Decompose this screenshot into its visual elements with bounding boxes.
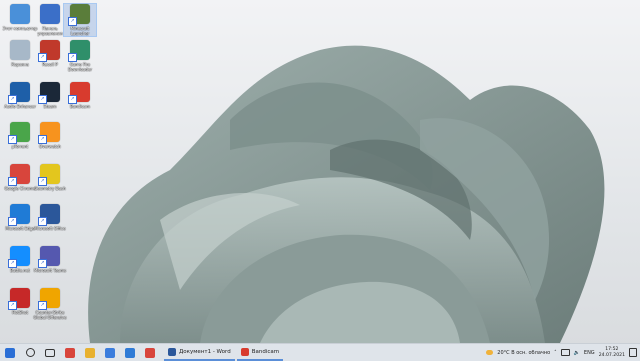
app-icon: ↗ [38, 204, 60, 226]
desktop-wallpaper [88, 45, 605, 343]
chrome-icon [65, 347, 75, 358]
shortcut-arrow-icon: ↗ [38, 95, 47, 104]
start-icon [5, 347, 15, 358]
taskbar-search-button[interactable] [20, 344, 40, 361]
app-icon: ↗ [8, 246, 30, 268]
app-icon [40, 4, 60, 24]
app-icon: ↗ [8, 122, 30, 144]
desktop-icon-label: Overwatch [39, 144, 61, 149]
shortcut-arrow-icon: ↗ [8, 177, 17, 186]
taskbar-explorer-button[interactable] [80, 344, 100, 361]
desktop-icon-label: Microsoft Teams [33, 268, 67, 273]
app-icon: ↗ [38, 246, 60, 268]
window-title: Документ1 - Word [179, 348, 231, 355]
store-icon [105, 347, 115, 358]
shortcut-arrow-icon: ↗ [68, 95, 77, 104]
window-app-icon [240, 347, 249, 356]
desktop-icon-minecraft-launcher[interactable]: ↗ Minecraft Launcher [63, 3, 97, 37]
taskbar-mail-button[interactable] [120, 344, 140, 361]
app-icon: ↗ [38, 40, 60, 62]
app-icon: ↗ [68, 4, 90, 26]
app-icon: ↗ [8, 204, 30, 226]
shortcut-arrow-icon: ↗ [68, 17, 77, 26]
clock[interactable]: 17:52 24.07.2021 [599, 347, 625, 358]
app-icon: ↗ [38, 82, 60, 104]
task-view-icon [45, 348, 55, 357]
language-indicator[interactable]: ENG [584, 350, 595, 356]
clock-date: 24.07.2021 [598, 352, 625, 358]
system-tray: 20°C В осн. облачно ˄ 🔈 ENG 17:52 24.07.… [486, 344, 640, 361]
shortcut-arrow-icon: ↗ [8, 95, 17, 104]
app-icon: ↗ [68, 40, 90, 62]
shortcut-arrow-icon: ↗ [38, 217, 47, 226]
taskbar-window-0[interactable]: Документ1 - Word [164, 344, 235, 361]
taskbar-pinned [0, 344, 160, 361]
shortcut-arrow-icon: ↗ [38, 177, 47, 186]
taskbar: Документ1 - Word Bandicam 20°C В осн. обл… [0, 343, 640, 361]
desktop-icon-game-fire-downloader[interactable]: ↗ Game Fire Downloader [64, 40, 96, 72]
app-icon: ↗ [68, 82, 90, 104]
desktop-icon-label: Minecraft Launcher [70, 26, 90, 36]
desktop-icon-geometry-dash[interactable]: ↗ Geometry Dash [34, 164, 66, 191]
weather-icon[interactable] [486, 350, 494, 355]
taskbar-task-view-button[interactable] [40, 344, 60, 361]
app-icon: ↗ [8, 82, 30, 104]
desktop-icon-counter-strike-global-offensive[interactable]: ↗ Counter-Strike Global Offensive [34, 288, 66, 320]
desktop-icon-label: Bandicam [70, 104, 90, 109]
desktop-icon-overwatch[interactable]: ↗ Overwatch [34, 122, 66, 149]
taskbar-window-1[interactable]: Bandicam [236, 344, 284, 361]
app-icon: ↗ [38, 164, 60, 186]
taskbar-chrome-button[interactable] [60, 344, 80, 361]
taskbar-windows: Документ1 - Word Bandicam [164, 344, 284, 361]
desktop-icon-label: Counter-Strike Global Offensive [33, 310, 67, 320]
shortcut-arrow-icon: ↗ [38, 259, 47, 268]
chevron-up-icon[interactable]: ˄ [554, 350, 557, 356]
shortcut-arrow-icon: ↗ [8, 217, 17, 226]
app-icon [10, 4, 30, 24]
desktop-icon-microsoft-office[interactable]: ↗ Microsoft Office [34, 204, 66, 231]
desktop-icon-bandicam[interactable]: ↗ Bandicam [64, 82, 96, 109]
shortcut-arrow-icon: ↗ [68, 53, 77, 62]
app-icon: ↗ [8, 164, 30, 186]
chrome-2-icon [145, 347, 155, 358]
taskbar-store-button[interactable] [100, 344, 120, 361]
shortcut-arrow-icon: ↗ [8, 259, 17, 268]
desktop-icon-label: Microsoft Office [34, 226, 66, 231]
volume-icon[interactable]: 🔈 [574, 350, 580, 356]
search-icon [25, 348, 35, 357]
desktop-icon-microsoft-teams[interactable]: ↗ Microsoft Teams [34, 246, 66, 273]
app-icon: ↗ [38, 122, 60, 144]
shortcut-arrow-icon: ↗ [38, 301, 47, 310]
desktop-icon-label: Game Fire Downloader [68, 62, 92, 72]
network-icon[interactable] [560, 349, 570, 356]
shortcut-arrow-icon: ↗ [38, 53, 47, 62]
mail-icon [125, 347, 135, 358]
shortcut-arrow-icon: ↗ [8, 301, 17, 310]
desktop-icon-label: Geometry Dash [34, 186, 66, 191]
window-app-icon [168, 347, 176, 356]
notification-icon[interactable] [629, 348, 637, 357]
app-icon: ↗ [38, 288, 60, 310]
shortcut-arrow-icon: ↗ [8, 135, 17, 144]
bloom-shape [88, 45, 605, 343]
weather-text[interactable]: 20°C В осн. облачно [497, 350, 550, 356]
shortcut-arrow-icon: ↗ [38, 135, 47, 144]
explorer-icon [85, 347, 95, 358]
taskbar-chrome-2-button[interactable] [140, 344, 160, 361]
app-icon [10, 40, 30, 60]
window-title: Bandicam [251, 348, 280, 355]
app-icon: ↗ [8, 288, 30, 310]
taskbar-start-button[interactable] [0, 344, 20, 361]
